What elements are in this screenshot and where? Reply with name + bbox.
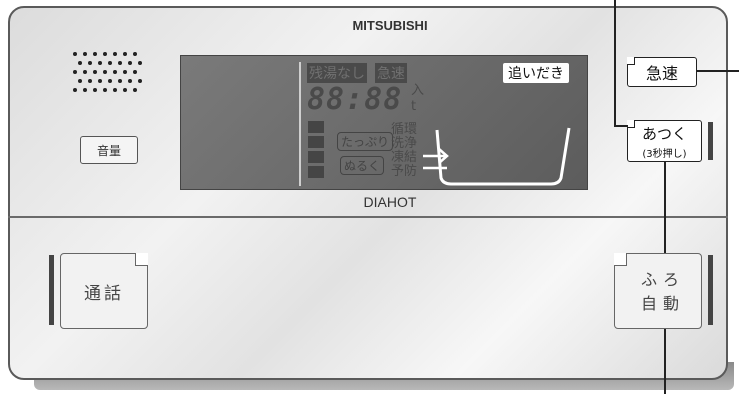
speaker-dot xyxy=(118,79,122,83)
speaker-dot xyxy=(133,88,137,92)
speaker-dot xyxy=(88,61,92,65)
level-bar xyxy=(308,166,324,178)
speaker-dot xyxy=(78,79,82,83)
speaker-dot xyxy=(83,52,87,56)
speaker-dot xyxy=(108,61,112,65)
speaker-dot xyxy=(123,52,127,56)
speaker-dot xyxy=(103,70,107,74)
speaker-dot xyxy=(78,61,82,65)
atsuku-label: あつく xyxy=(641,125,687,143)
furo-indicator xyxy=(708,255,713,325)
tsuuwa-indicator xyxy=(49,255,54,325)
kyusoku-label: 急速 xyxy=(645,64,678,83)
speaker-dot xyxy=(73,70,77,74)
atsuku-button[interactable]: あつく (3秒押し) xyxy=(627,120,702,162)
speaker-dot xyxy=(88,79,92,83)
speaker-dot xyxy=(83,70,87,74)
display-separator xyxy=(299,62,301,186)
speaker-dot xyxy=(118,61,122,65)
speaker-dot xyxy=(103,52,107,56)
level-bar xyxy=(308,121,324,133)
speaker-dot xyxy=(103,88,107,92)
display-tappuri: たっぷり xyxy=(337,132,394,151)
speaker-dot xyxy=(123,88,127,92)
speaker-dot xyxy=(113,70,117,74)
display-label-senjo: 洗浄 xyxy=(391,136,418,151)
callout-line xyxy=(614,125,628,127)
display-kyusoku: 急速 xyxy=(375,63,407,83)
speaker-dot xyxy=(98,61,102,65)
furo-label-line1: ふろ xyxy=(641,270,686,289)
callout-line xyxy=(614,0,616,127)
speaker-dot xyxy=(93,70,97,74)
tsuuwa-button[interactable]: 通話 xyxy=(60,253,148,329)
furo-label-group: ふろ 自動 xyxy=(615,254,701,328)
speaker-dot xyxy=(133,52,137,56)
display-oidaki: 追いだき xyxy=(503,63,569,83)
callout-line xyxy=(696,70,739,72)
speaker-dot xyxy=(83,88,87,92)
volume-button[interactable]: 音量 xyxy=(80,136,138,164)
speaker-dot xyxy=(138,61,142,65)
speaker-dot xyxy=(138,79,142,83)
display-label-junkan: 循環 xyxy=(391,122,418,137)
speaker-dot xyxy=(73,88,77,92)
speaker-dot xyxy=(93,52,97,56)
display-digits: 88:88 xyxy=(307,82,403,117)
lcd-display: 残湯なし 急速 追いだき 88:88 入 t たっぷり ぬるく 循環 洗浄 凍結… xyxy=(180,55,588,190)
display-nuruku: ぬるく xyxy=(340,156,385,175)
display-label-yobo: 予防 xyxy=(391,164,418,179)
display-label-toketsu: 凍結 xyxy=(391,150,418,165)
speaker-dot xyxy=(128,79,132,83)
speaker-dot xyxy=(73,52,77,56)
furo-auto-button[interactable]: ふろ 自動 xyxy=(614,253,702,329)
tsuuwa-label: 通話 xyxy=(84,283,124,304)
display-iri: 入 xyxy=(411,83,425,98)
atsuku-sublabel: (3秒押し) xyxy=(642,149,687,160)
speaker-grille-icon xyxy=(73,52,143,98)
level-bar xyxy=(308,136,324,148)
speaker-dot xyxy=(113,52,117,56)
speaker-dot xyxy=(133,70,137,74)
sub-brand-logo: DIAHOT xyxy=(363,194,417,210)
atsuku-indicator xyxy=(708,122,713,160)
panel-divider xyxy=(8,216,728,218)
speaker-dot xyxy=(108,79,112,83)
speaker-dot xyxy=(113,88,117,92)
brand-logo: MITSUBISHI xyxy=(352,18,428,33)
speaker-dot xyxy=(98,79,102,83)
kyusoku-button[interactable]: 急速 xyxy=(627,57,697,87)
furo-label-line2: 自動 xyxy=(641,294,686,313)
display-t: t xyxy=(411,99,417,114)
speaker-dot xyxy=(93,88,97,92)
display-zanyu-nashi: 残湯なし xyxy=(307,63,367,83)
speaker-dot xyxy=(123,70,127,74)
bathtub-icon xyxy=(423,127,571,186)
speaker-dot xyxy=(128,61,132,65)
volume-label: 音量 xyxy=(96,143,121,158)
level-bar xyxy=(308,151,324,163)
